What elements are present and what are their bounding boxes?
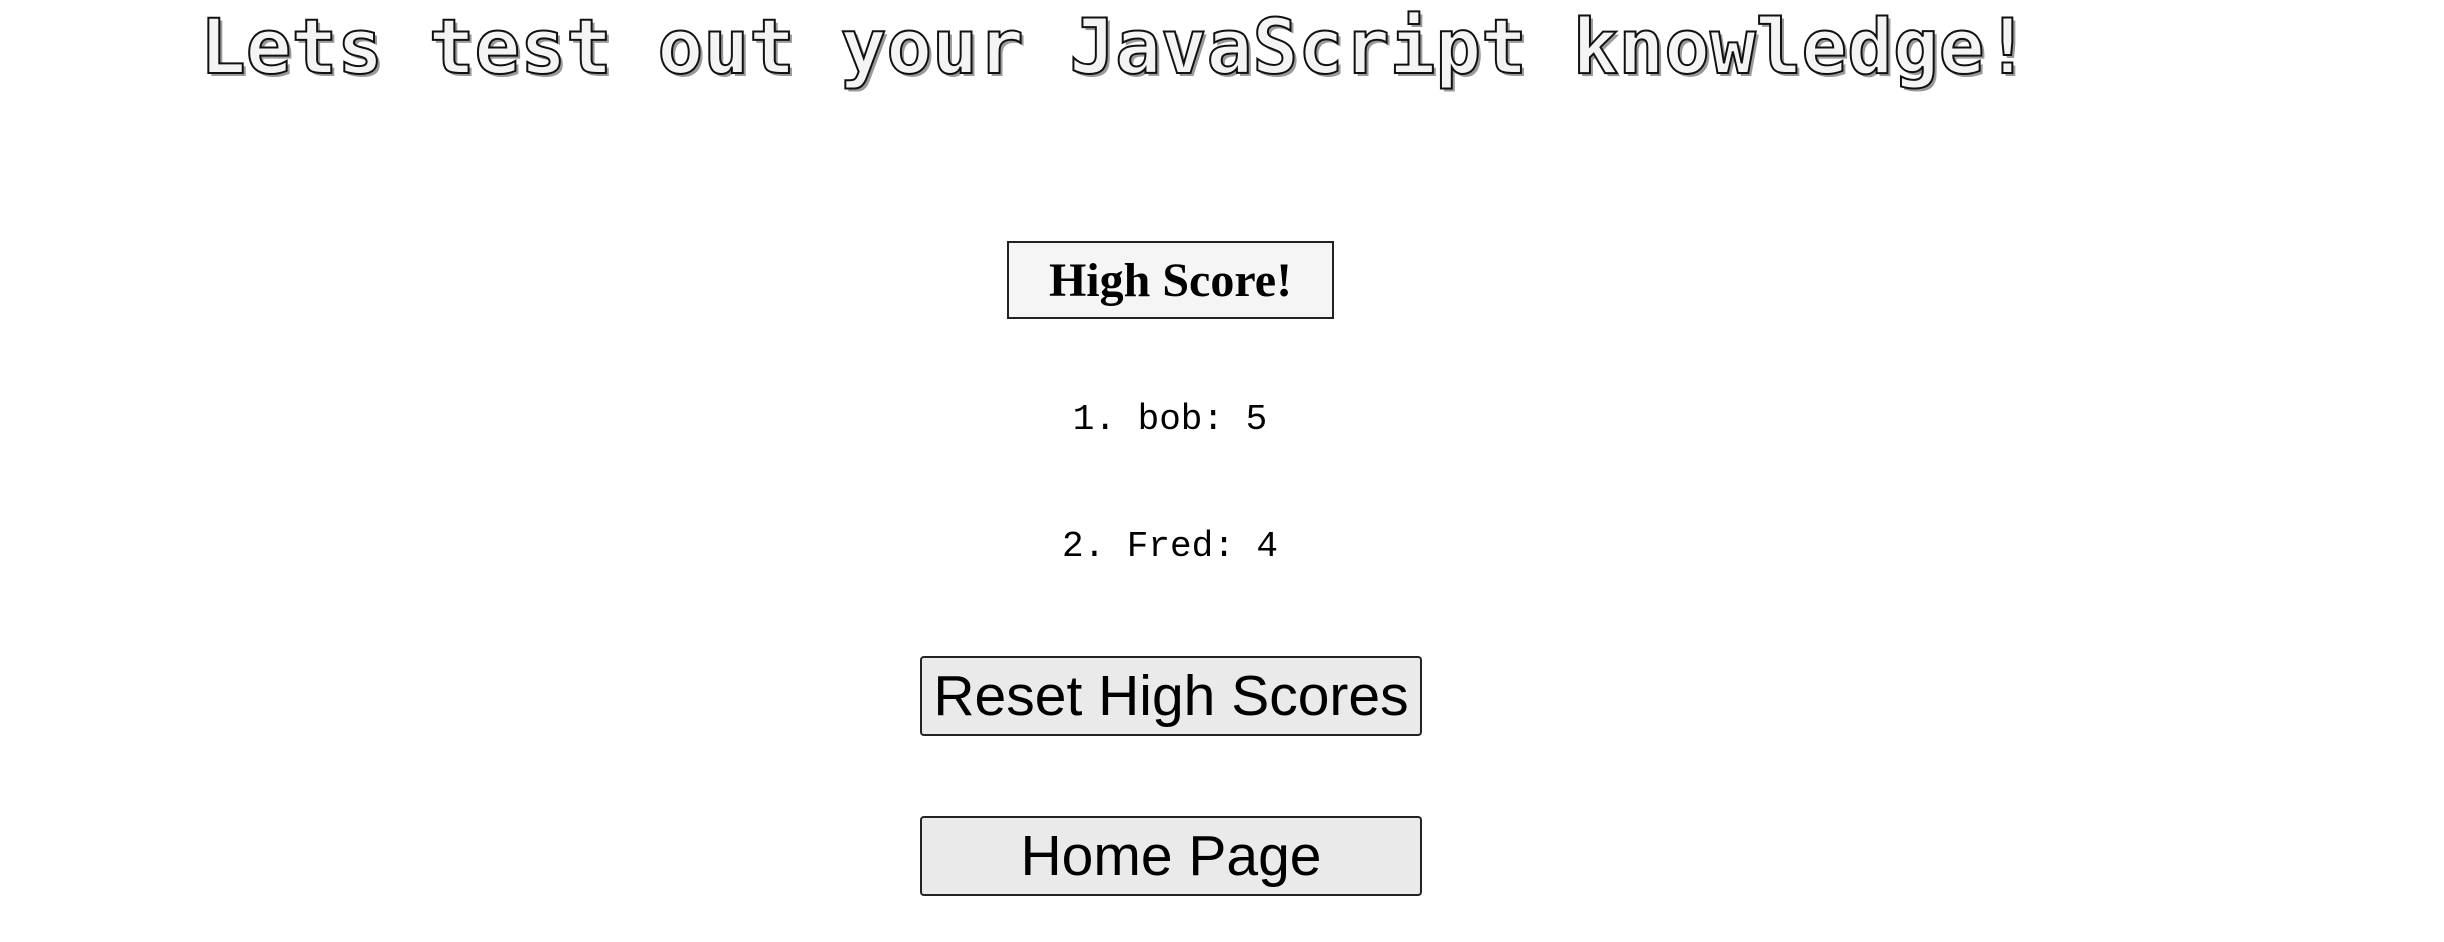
home-page-button[interactable]: Home Page xyxy=(920,816,1422,896)
high-score-heading: High Score! xyxy=(1007,241,1334,319)
high-score-page: Lets test out your JavaScript knowledge!… xyxy=(0,0,2444,942)
high-score-list: 1. bob: 5 2. Fred: 4 xyxy=(0,390,2340,644)
reset-high-scores-button[interactable]: Reset High Scores xyxy=(920,656,1422,736)
high-score-entry: 1. bob: 5 xyxy=(1072,399,1268,440)
high-score-entry: 2. Fred: 4 xyxy=(1061,526,1279,567)
page-title: Lets test out your JavaScript knowledge! xyxy=(199,1,2031,92)
